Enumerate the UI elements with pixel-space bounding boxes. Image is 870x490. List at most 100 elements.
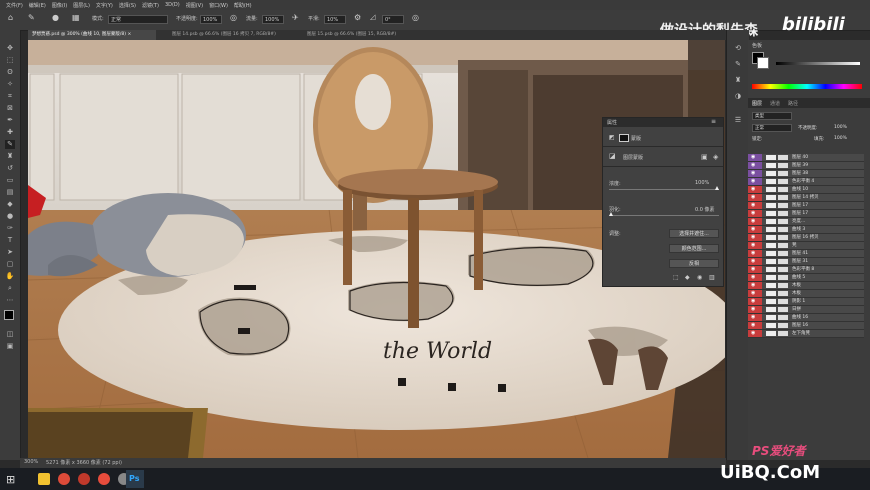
tab-channels[interactable]: 通道 <box>770 100 780 107</box>
pressure-size-icon[interactable]: ◎ <box>412 13 419 22</box>
color-ramp[interactable] <box>776 62 860 65</box>
layer-mask-thumbnail[interactable] <box>778 171 788 176</box>
visibility-eye-icon[interactable]: ◉ <box>748 194 762 201</box>
swatches-title[interactable]: 色板 <box>752 42 762 49</box>
layer-row[interactable]: ◉ 图层 39 <box>748 162 864 170</box>
visibility-eye-icon[interactable]: ◉ <box>748 298 762 305</box>
menu-item[interactable]: 帮助(H) <box>234 2 252 9</box>
move-tool-icon[interactable]: ✥ <box>5 44 15 53</box>
color-range-button[interactable]: 颜色范围... <box>669 244 719 253</box>
angle-input[interactable]: 0° <box>382 15 404 24</box>
menu-item[interactable]: 文字(Y) <box>96 2 113 9</box>
clone-stamp-icon[interactable]: ♜ <box>5 152 15 161</box>
visibility-eye-icon[interactable]: ◉ <box>748 162 762 169</box>
background-swatch[interactable] <box>757 57 769 69</box>
layer-row[interactable]: ◉ 凳 <box>748 242 864 250</box>
marquee-tool-icon[interactable]: ⬚ <box>5 56 15 65</box>
layer-row[interactable]: ◉ 图层 41 <box>748 250 864 258</box>
layer-thumbnail[interactable] <box>766 171 776 176</box>
flow-input[interactable]: 100% <box>262 15 284 24</box>
feather-slider[interactable] <box>609 212 719 216</box>
visibility-eye-icon[interactable]: ◉ <box>748 210 762 217</box>
visibility-eye-icon[interactable]: ◉ <box>748 282 762 289</box>
airbrush-icon[interactable]: ✈ <box>292 13 299 22</box>
layer-mask-icon[interactable]: ◪ <box>609 152 616 160</box>
menu-item[interactable]: 滤镜(T) <box>142 2 159 9</box>
layer-thumbnail[interactable] <box>766 243 776 248</box>
density-slider[interactable] <box>609 186 719 190</box>
brush-panel-icon[interactable]: ▦ <box>72 13 80 22</box>
frame-tool-icon[interactable]: ⊠ <box>5 104 15 113</box>
pressure-opacity-icon[interactable]: ◎ <box>230 13 237 22</box>
visibility-eye-icon[interactable]: ◉ <box>748 234 762 241</box>
visibility-eye-icon[interactable]: ◉ <box>748 218 762 225</box>
gear-icon[interactable]: ⚙ <box>354 13 361 22</box>
visibility-eye-icon[interactable]: ◉ <box>748 202 762 209</box>
visibility-eye-icon[interactable]: ◉ <box>748 322 762 329</box>
layer-row[interactable]: ◉ 色彩平衡 4 <box>748 178 864 186</box>
menu-item[interactable]: 文件(F) <box>6 2 23 9</box>
layer-mask-thumbnail[interactable] <box>778 291 788 296</box>
brush-tool-icon[interactable]: ✎ <box>5 140 15 149</box>
foreground-color-swatch[interactable] <box>4 310 14 320</box>
layer-row[interactable]: ◉ 图层 14 拷贝 <box>748 194 864 202</box>
app-icon[interactable] <box>98 473 110 485</box>
layer-thumbnail[interactable] <box>766 283 776 288</box>
menu-item[interactable]: 3D(D) <box>165 2 180 8</box>
visibility-eye-icon[interactable]: ◉ <box>748 242 762 249</box>
panel-menu-icon[interactable]: ≡ <box>711 118 716 125</box>
menu-item[interactable]: 窗口(W) <box>209 2 228 9</box>
layer-mask-thumbnail[interactable] <box>778 195 788 200</box>
pixel-mask-icon[interactable]: ▣ <box>701 153 708 161</box>
layer-row[interactable]: ◉ 曲线 16 <box>748 314 864 322</box>
layer-mask-thumbnail[interactable] <box>778 211 788 216</box>
visibility-eye-icon[interactable]: ◉ <box>748 330 762 337</box>
opacity-input[interactable]: 100% <box>200 15 222 24</box>
layer-mask-thumbnail[interactable] <box>778 267 788 272</box>
layer-row[interactable]: ◉ 图层 17 <box>748 202 864 210</box>
visibility-eye-icon[interactable]: ◉ <box>748 266 762 273</box>
menu-item[interactable]: 图像(I) <box>52 2 67 9</box>
layer-thumbnail[interactable] <box>766 267 776 272</box>
delete-mask-icon[interactable]: ▥ <box>709 274 715 281</box>
load-selection-icon[interactable]: ⬚ <box>673 274 679 281</box>
layer-mask-thumbnail[interactable] <box>778 283 788 288</box>
layer-row[interactable]: ◉ 曲线 5 <box>748 274 864 282</box>
history-brush-icon[interactable]: ↺ <box>5 164 15 173</box>
brush-preset-icon[interactable]: ● <box>52 13 59 22</box>
layer-thumbnail[interactable] <box>766 291 776 296</box>
layer-row[interactable]: ◉ 木板 <box>748 282 864 290</box>
layer-thumbnail[interactable] <box>766 195 776 200</box>
visibility-eye-icon[interactable]: ◉ <box>748 306 762 313</box>
layer-mask-thumbnail[interactable] <box>778 331 788 336</box>
layer-mask-thumbnail[interactable] <box>778 323 788 328</box>
crop-tool-icon[interactable]: ⌗ <box>5 92 15 101</box>
tab-document-3[interactable]: 图层 15.psb @ 66.6% (图层 15, RGB/8#) <box>303 30 413 40</box>
layer-mask-thumbnail[interactable] <box>778 203 788 208</box>
layer-thumbnail[interactable] <box>766 187 776 192</box>
tab-layers[interactable]: 图层 <box>752 100 762 107</box>
layer-mask-thumbnail[interactable] <box>778 227 788 232</box>
layer-mask-thumbnail[interactable] <box>778 243 788 248</box>
layer-thumbnail[interactable] <box>766 203 776 208</box>
app-icon[interactable] <box>78 473 90 485</box>
healing-brush-icon[interactable]: ✚ <box>5 128 15 137</box>
layer-row[interactable]: ◉ 曲线 3 <box>748 226 864 234</box>
gradient-icon[interactable]: ▤ <box>5 188 15 197</box>
layer-mask-thumbnail[interactable] <box>778 163 788 168</box>
vector-mask-icon[interactable]: ◈ <box>713 153 718 161</box>
layer-mask-thumbnail[interactable] <box>778 219 788 224</box>
feather-value[interactable]: 0.0 像素 <box>695 206 715 213</box>
layer-thumbnail[interactable] <box>766 251 776 256</box>
layer-thumbnail[interactable] <box>766 259 776 264</box>
layer-thumbnail[interactable] <box>766 211 776 216</box>
invert-button[interactable]: 反相 <box>669 259 719 268</box>
tab-paths[interactable]: 路径 <box>788 100 798 107</box>
layer-row[interactable]: ◉ 色彩平衡 8 <box>748 266 864 274</box>
menu-item[interactable]: 编辑(E) <box>29 2 46 9</box>
density-value[interactable]: 100% <box>695 180 709 186</box>
mode-select[interactable]: 正常 <box>108 15 168 24</box>
clone-source-icon[interactable]: ♜ <box>733 76 743 85</box>
visibility-icon[interactable]: ◉ <box>697 274 702 281</box>
visibility-eye-icon[interactable]: ◉ <box>748 178 762 185</box>
